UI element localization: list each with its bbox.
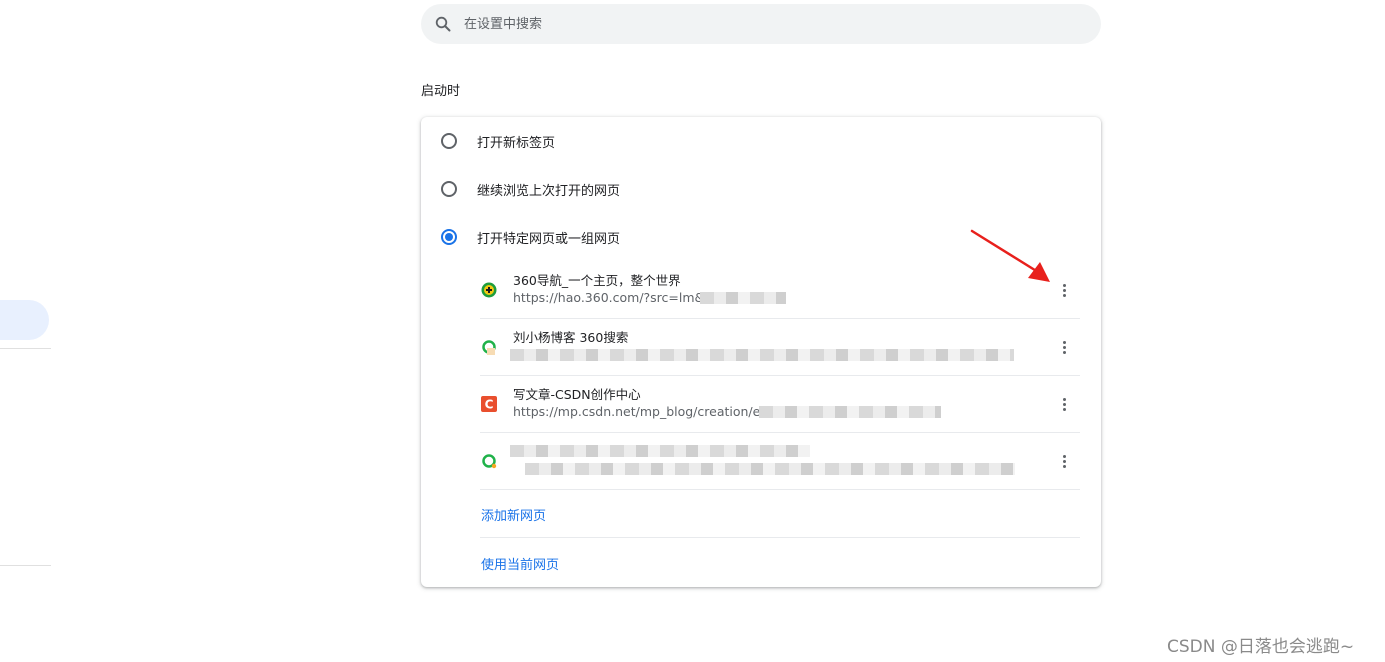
nav-divider	[0, 348, 51, 349]
radio-button[interactable]	[441, 133, 457, 149]
csdn-favicon: C	[481, 396, 497, 412]
radio-button[interactable]	[441, 181, 457, 197]
startup-card: 打开新标签页 继续浏览上次打开的网页 打开特定网页或一组网页 360导航_一个主…	[421, 117, 1101, 587]
page-url: https://mp.csdn.net/mp_blog/creation/edi…	[513, 404, 777, 419]
search-input[interactable]	[462, 15, 1066, 33]
more-actions-button[interactable]	[1054, 450, 1074, 472]
redacted-text	[510, 445, 810, 457]
startup-page-row	[480, 433, 1080, 490]
redacted-text	[759, 406, 941, 418]
page-title: 360导航_一个主页，整个世界	[513, 273, 681, 288]
search-icon	[434, 15, 452, 33]
radio-button-checked[interactable]	[441, 229, 457, 245]
annotation-arrow	[970, 229, 1050, 282]
nav-divider	[0, 565, 51, 566]
radio-label: 继续浏览上次打开的网页	[477, 183, 621, 199]
nav-selected-item[interactable]	[0, 300, 49, 340]
startup-page-row: C 写文章-CSDN创作中心 https://mp.csdn.net/mp_bl…	[480, 376, 1080, 433]
radio-label: 打开新标签页	[477, 135, 556, 151]
section-title: 启动时	[421, 84, 461, 99]
use-current-pages-row: 使用当前网页	[480, 539, 1080, 587]
radio-label: 打开特定网页或一组网页	[477, 231, 621, 247]
startup-page-row: 刘小杨博客 360搜索	[480, 319, 1080, 376]
redacted-text	[525, 463, 1015, 475]
more-actions-button[interactable]	[1054, 393, 1074, 415]
more-actions-button[interactable]	[1054, 336, 1074, 358]
360-nav-favicon	[481, 282, 497, 298]
page-title: 刘小杨博客 360搜索	[513, 330, 629, 345]
watermark: CSDN @日落也会逃跑~	[1167, 637, 1355, 657]
radio-open-new-tab[interactable]: 打开新标签页	[421, 117, 1101, 165]
add-new-page-link[interactable]: 添加新网页	[481, 505, 546, 524]
redacted-text	[510, 349, 1014, 361]
360-search-favicon	[481, 453, 497, 469]
redacted-text	[700, 292, 786, 304]
360-search-favicon	[481, 339, 497, 355]
add-new-page-row: 添加新网页	[480, 490, 1080, 538]
svg-text:C: C	[485, 398, 494, 412]
page-url: https://hao.360.com/?src=lm&ls	[513, 290, 715, 305]
page-title: 写文章-CSDN创作中心	[513, 387, 641, 402]
row-divider	[480, 537, 1080, 538]
settings-search-bar[interactable]	[421, 4, 1101, 44]
radio-continue-session[interactable]: 继续浏览上次打开的网页	[421, 165, 1101, 213]
use-current-pages-link[interactable]: 使用当前网页	[481, 554, 559, 573]
